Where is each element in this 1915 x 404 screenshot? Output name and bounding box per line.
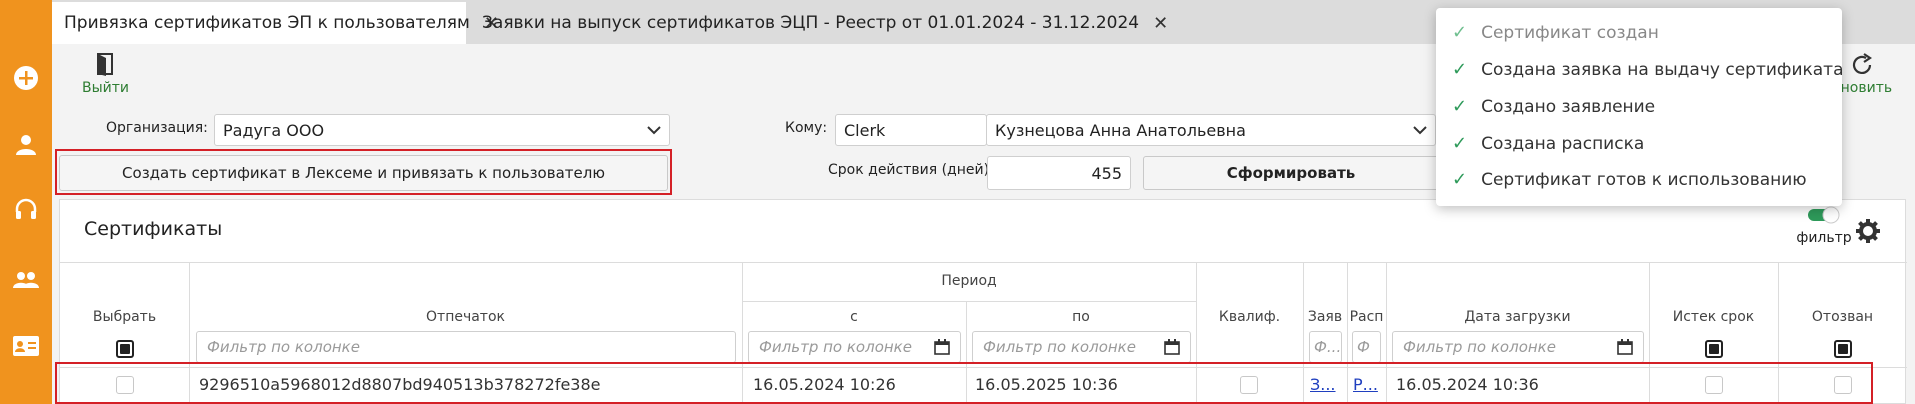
org-value: Радуга ООО bbox=[223, 120, 325, 140]
tab-label: Заявки на выпуск сертификатов ЭЦП - Реес… bbox=[482, 13, 1140, 33]
revoked-checkbox bbox=[1834, 376, 1852, 394]
tab-certificate-binding[interactable]: Привязка сертификатов ЭП к пользователям… bbox=[52, 2, 499, 44]
status-item: ✓ Создана заявка на выдачу сертификата bbox=[1452, 59, 1844, 80]
status-item: ✓ Создано заявление bbox=[1452, 96, 1656, 117]
to-label: Кому: bbox=[785, 120, 828, 136]
panel-title: Сертификаты bbox=[84, 218, 223, 240]
col-divider bbox=[189, 263, 190, 404]
header-period: Период bbox=[941, 273, 997, 289]
request-filter[interactable]: Ф... bbox=[1309, 331, 1342, 363]
to-name-select[interactable]: Кузнецова Анна Анатольевна bbox=[986, 114, 1436, 146]
row-select-checkbox[interactable] bbox=[116, 376, 134, 394]
gear-icon[interactable] bbox=[1855, 218, 1881, 244]
receipt-link[interactable]: Р... bbox=[1353, 375, 1378, 394]
id-card-icon[interactable] bbox=[8, 328, 44, 364]
calendar-icon[interactable] bbox=[1164, 339, 1180, 355]
check-icon: ✓ bbox=[1452, 169, 1468, 190]
col-divider bbox=[1347, 263, 1348, 404]
certificates-table: Период Выбрать Отпечаток с по Квалиф. За… bbox=[60, 262, 1907, 404]
col-divider bbox=[1778, 263, 1779, 404]
cell-from: 16.05.2024 10:26 bbox=[753, 375, 896, 394]
col-divider bbox=[1196, 263, 1197, 404]
certificates-panel: Сертификаты фильтр Период Выбрать Отпеча… bbox=[59, 199, 1907, 404]
col-divider bbox=[1649, 263, 1650, 404]
from-filter[interactable]: Фильтр по колонке bbox=[748, 331, 961, 363]
col-divider bbox=[1303, 263, 1304, 404]
check-icon: ✓ bbox=[1452, 22, 1468, 43]
validity-input[interactable]: 455 bbox=[987, 156, 1131, 190]
create-certificate-label: Создать сертификат в Лексеме и привязать… bbox=[122, 164, 605, 182]
header-request: Заяв bbox=[1307, 309, 1343, 325]
header-qualified: Квалиф. bbox=[1218, 309, 1281, 325]
request-link[interactable]: З... bbox=[1310, 375, 1336, 394]
header-from: с bbox=[850, 309, 858, 325]
plus-circle-icon[interactable] bbox=[8, 60, 44, 96]
upload-date-filter[interactable]: Фильтр по колонке bbox=[1392, 331, 1644, 363]
validity-label: Срок действия (дней) bbox=[828, 162, 990, 178]
exit-button[interactable]: Выйти bbox=[82, 52, 129, 96]
user-icon[interactable] bbox=[8, 127, 44, 163]
qualified-checkbox bbox=[1240, 376, 1258, 394]
exit-label: Выйти bbox=[82, 80, 130, 96]
refresh-icon bbox=[1852, 53, 1873, 74]
header-thumbprint: Отпечаток bbox=[426, 309, 505, 325]
row-divider bbox=[60, 367, 1907, 368]
filter-toggle[interactable]: фильтр bbox=[1784, 206, 1864, 246]
cell-to: 16.05.2025 10:36 bbox=[975, 375, 1118, 394]
create-certificate-button[interactable]: Создать сертификат в Лексеме и привязать… bbox=[59, 155, 668, 191]
cell-upload-date: 16.05.2024 10:36 bbox=[1396, 375, 1539, 394]
generate-button[interactable]: Сформировать bbox=[1143, 156, 1439, 190]
check-icon: ✓ bbox=[1452, 59, 1468, 80]
check-icon: ✓ bbox=[1452, 96, 1468, 117]
org-select[interactable]: Радуга ООО bbox=[214, 114, 670, 146]
to-name-value: Кузнецова Анна Анатольевна bbox=[995, 120, 1246, 140]
status-popup: ✓ Сертификат создан ✓ Создана заявка на … bbox=[1436, 8, 1844, 206]
header-expired: Истек срок bbox=[1672, 309, 1755, 325]
close-icon[interactable]: ✕ bbox=[1153, 13, 1168, 34]
headset-icon[interactable] bbox=[8, 192, 44, 228]
col-divider bbox=[1386, 263, 1387, 404]
header-to: по bbox=[1072, 309, 1090, 325]
status-item: ✓ Создана расписка bbox=[1452, 133, 1645, 154]
status-item: ✓ Сертификат готов к использованию bbox=[1452, 169, 1807, 190]
status-item: ✓ Сертификат создан bbox=[1452, 22, 1659, 43]
check-icon: ✓ bbox=[1452, 133, 1468, 154]
door-icon bbox=[96, 53, 113, 76]
select-all-checkbox[interactable] bbox=[116, 340, 134, 358]
tab-certificate-requests[interactable]: Заявки на выпуск сертификатов ЭЦП - Реес… bbox=[470, 2, 1180, 44]
users-icon[interactable] bbox=[8, 262, 44, 298]
expired-filter-checkbox[interactable] bbox=[1705, 340, 1723, 358]
header-upload-date: Дата загрузки bbox=[1464, 309, 1571, 325]
to-login-field[interactable]: Clerk bbox=[835, 114, 987, 146]
cell-thumbprint: 9296510a5968012d8807bd940513b378272fe38e bbox=[199, 375, 601, 394]
header-select: Выбрать bbox=[92, 309, 157, 325]
toggle-switch-icon bbox=[1808, 206, 1840, 224]
org-label: Организация: bbox=[106, 120, 208, 136]
calendar-icon[interactable] bbox=[934, 339, 950, 355]
sidebar bbox=[0, 0, 52, 404]
expired-checkbox bbox=[1705, 376, 1723, 394]
to-login-value: Clerk bbox=[844, 120, 886, 140]
header-receipt: Расп bbox=[1349, 309, 1384, 325]
tab-label: Привязка сертификатов ЭП к пользователям bbox=[64, 13, 470, 33]
row-divider bbox=[742, 301, 1196, 302]
chevron-down-icon bbox=[1413, 125, 1427, 134]
receipt-filter[interactable]: Ф bbox=[1352, 331, 1381, 363]
header-revoked: Отозван bbox=[1811, 309, 1874, 325]
validity-value: 455 bbox=[1091, 163, 1122, 183]
filter-toggle-label: фильтр bbox=[1796, 230, 1852, 246]
revoked-filter-checkbox[interactable] bbox=[1834, 340, 1852, 358]
chevron-down-icon bbox=[647, 125, 661, 134]
calendar-icon[interactable] bbox=[1617, 339, 1633, 355]
thumbprint-filter[interactable]: Фильтр по колонке bbox=[196, 331, 736, 363]
to-filter[interactable]: Фильтр по колонке bbox=[972, 331, 1191, 363]
generate-label: Сформировать bbox=[1226, 164, 1356, 182]
